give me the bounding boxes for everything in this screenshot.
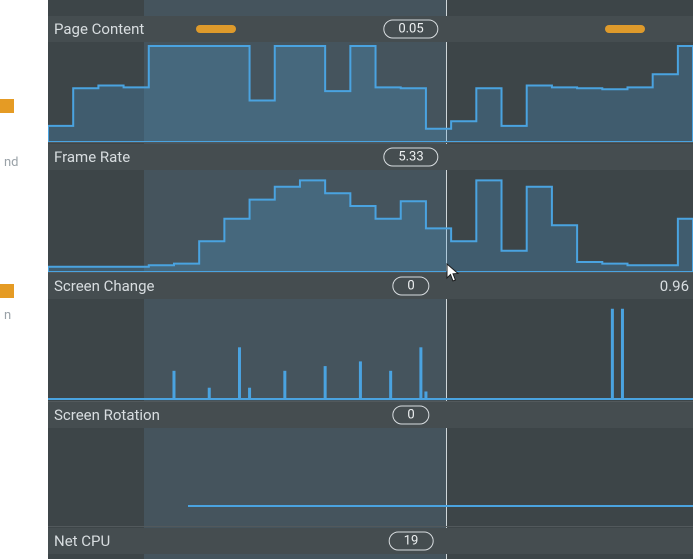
value-pill: 19 bbox=[389, 532, 434, 551]
sidebar-marker-icon bbox=[0, 99, 14, 113]
sidebar: nd n bbox=[0, 0, 48, 559]
track-screen-rotation: Screen Rotation 0 bbox=[48, 402, 693, 526]
track-plot[interactable] bbox=[48, 170, 693, 272]
timeline-panel[interactable]: Page Content 0.05 Frame Rate 5.33 Screen… bbox=[48, 0, 693, 559]
value-pill: 0.05 bbox=[383, 20, 438, 39]
value-pill: 0 bbox=[392, 406, 429, 425]
track-title: Frame Rate bbox=[54, 148, 130, 166]
value-pill: 5.33 bbox=[383, 148, 438, 167]
sidebar-marker-icon bbox=[0, 284, 14, 298]
plot-svg bbox=[48, 170, 693, 272]
plot-svg bbox=[48, 428, 693, 526]
plot-svg bbox=[48, 299, 693, 401]
event-marker[interactable] bbox=[605, 25, 645, 33]
value-pill: 0 bbox=[392, 277, 429, 296]
track-net-cpu: Net CPU 19 bbox=[48, 528, 693, 554]
right-value: 0.96 bbox=[660, 277, 689, 295]
track-plot[interactable] bbox=[48, 428, 693, 526]
track-title: Page Content bbox=[54, 20, 144, 38]
sidebar-text: n bbox=[4, 308, 11, 323]
track-header[interactable]: Frame Rate 5.33 bbox=[48, 144, 693, 170]
plot-svg bbox=[48, 42, 693, 142]
event-marker[interactable] bbox=[196, 25, 236, 33]
track-page-content: Page Content 0.05 bbox=[48, 16, 693, 142]
track-header[interactable]: Page Content 0.05 bbox=[48, 16, 693, 42]
track-header[interactable]: Screen Rotation 0 bbox=[48, 402, 693, 428]
sidebar-text: nd bbox=[4, 155, 19, 170]
track-plot[interactable] bbox=[48, 42, 693, 142]
track-screen-change: Screen Change 0 0.96 bbox=[48, 273, 693, 401]
track-header[interactable]: Screen Change 0 0.96 bbox=[48, 273, 693, 299]
track-title: Net CPU bbox=[54, 532, 110, 550]
track-frame-rate: Frame Rate 5.33 bbox=[48, 144, 693, 272]
track-title: Screen Rotation bbox=[54, 406, 160, 424]
track-header[interactable]: Net CPU 19 bbox=[48, 528, 693, 554]
track-plot[interactable] bbox=[48, 299, 693, 401]
track-title: Screen Change bbox=[54, 277, 154, 295]
